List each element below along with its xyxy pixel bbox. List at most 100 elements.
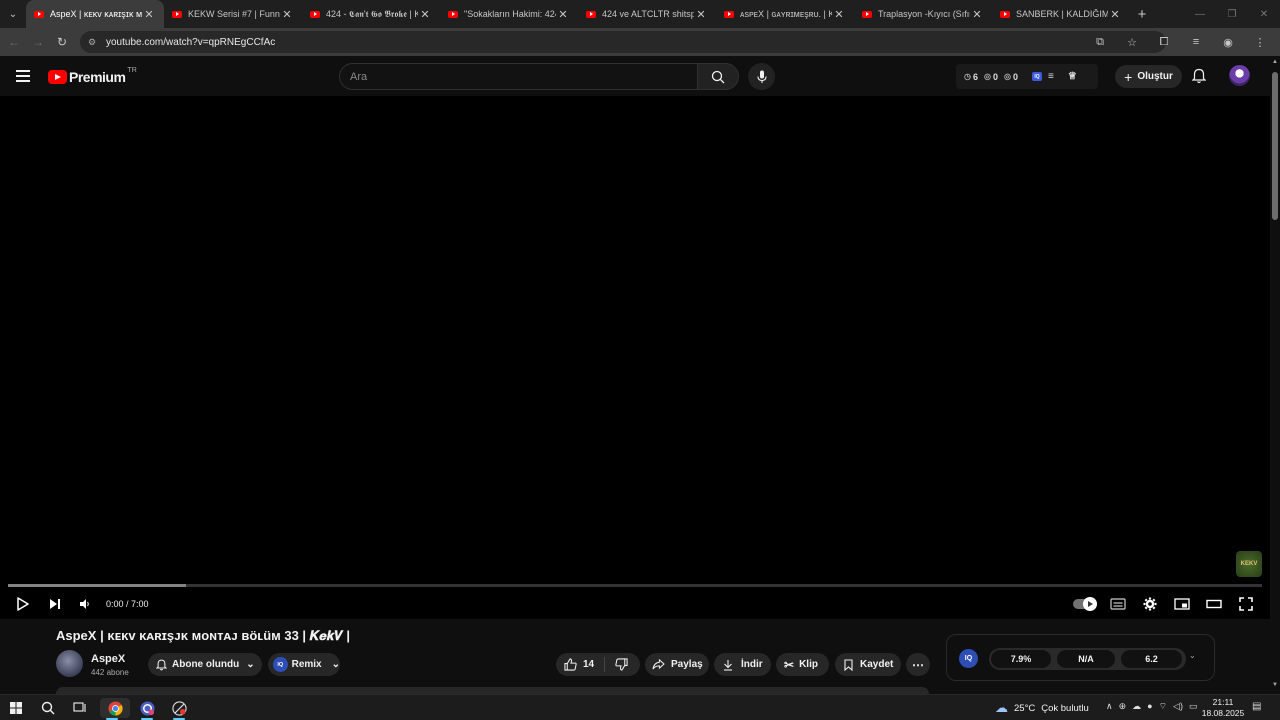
browser-tab[interactable]: Traplasyon -Kıyıcı (Sıfır Bi✕ — [854, 0, 992, 28]
browser-menu-icon[interactable]: ⋮ — [1246, 32, 1274, 52]
scrollbar-thumb[interactable] — [1272, 72, 1278, 220]
remix-button[interactable]: IQ Remix ⌄ — [268, 653, 340, 676]
extensions-icon[interactable]: ⧠ — [1150, 32, 1178, 52]
battery-icon[interactable]: ▭ — [1189, 701, 1198, 712]
task-view-icon[interactable] — [68, 698, 92, 718]
subscribed-label: Abone olundu — [172, 659, 240, 670]
channel-watermark[interactable]: KEKV — [1236, 551, 1262, 577]
clip-button[interactable]: ✂ Klip — [776, 653, 829, 676]
close-tab-icon[interactable]: ✕ — [1108, 8, 1122, 21]
subtitles-button[interactable] — [1107, 594, 1129, 614]
notifications-bell-icon[interactable] — [1191, 68, 1207, 89]
progress-bar[interactable] — [8, 584, 1262, 587]
close-tab-icon[interactable]: ✕ — [970, 8, 984, 21]
download-button[interactable]: İndir — [714, 653, 771, 676]
media-controls-icon[interactable]: ≡ — [1182, 32, 1210, 52]
wifi-icon[interactable]: ⌔ — [1159, 701, 1167, 712]
save-button[interactable]: Kaydet — [835, 653, 901, 676]
description-box[interactable] — [56, 687, 929, 694]
autoplay-toggle[interactable] — [1073, 597, 1097, 611]
expand-chevron-icon[interactable]: ⌄ — [1189, 651, 1196, 660]
recorder-taskbar-icon[interactable] — [167, 698, 191, 720]
browser-tab[interactable]: AspeX | ᴋᴇᴋᴠ ᴋᴀʀɪşɪᴋ ᴍᴏɴᴛ✕ — [26, 0, 164, 28]
mute-button[interactable] — [74, 594, 96, 614]
page-scrollbar[interactable]: ▲ ▼ — [1270, 56, 1280, 694]
app-taskbar-icon[interactable] — [135, 698, 159, 720]
close-tab-icon[interactable]: ✕ — [142, 8, 156, 21]
close-tab-icon[interactable]: ✕ — [556, 8, 570, 21]
chrome-taskbar-icon[interactable] — [100, 698, 130, 720]
notification-center-icon[interactable]: ▤ — [1252, 701, 1261, 712]
weather-widget[interactable]: ☁ 25°C Çok bulutlu — [995, 700, 1089, 716]
theater-mode-button[interactable] — [1203, 594, 1225, 614]
close-tab-icon[interactable]: ✕ — [418, 8, 432, 21]
close-tab-icon[interactable]: ✕ — [280, 8, 294, 21]
search-button[interactable] — [697, 63, 739, 90]
close-tab-icon[interactable]: ✕ — [694, 8, 708, 21]
back-icon[interactable]: ← — [2, 30, 26, 54]
scroll-up-arrow-icon[interactable]: ▲ — [1272, 59, 1278, 65]
list-icon[interactable]: ≡ — [1048, 71, 1054, 82]
miniplayer-button[interactable] — [1171, 594, 1193, 614]
create-button[interactable]: + Oluştur — [1115, 65, 1182, 88]
hamburger-menu-icon[interactable] — [16, 70, 30, 82]
weather-description: Çok bulutlu — [1041, 702, 1089, 714]
browser-tab[interactable]: SANBERK | KALDIĞIMIZ Y✕ — [992, 0, 1130, 28]
settings-button[interactable] — [1139, 594, 1161, 614]
iq-extension-icon[interactable]: IQ — [1032, 72, 1042, 81]
restore-icon[interactable]: ❐ — [1216, 0, 1248, 28]
share-button[interactable]: Paylaş — [645, 653, 709, 676]
miniplayer-icon — [1174, 598, 1190, 610]
windows-start-icon[interactable] — [4, 698, 28, 718]
close-window-icon[interactable]: ✕ — [1248, 0, 1280, 28]
browser-tab[interactable]: "Sokakların Hakimi: 424 | ✕ — [440, 0, 578, 28]
like-button[interactable]: 14 — [556, 658, 604, 671]
minimize-icon[interactable]: — — [1184, 0, 1216, 28]
search-input[interactable] — [350, 70, 697, 83]
fullscreen-button[interactable] — [1235, 594, 1257, 614]
address-bar[interactable]: ⚙ youtube.com/watch?v=qpRNEgCCfAc — [80, 31, 1166, 53]
play-button[interactable] — [12, 594, 34, 614]
next-button[interactable] — [44, 594, 66, 614]
install-app-icon[interactable]: ⧉ — [1086, 32, 1114, 52]
timecode: 0:00 / 7:00 — [106, 599, 149, 609]
microphone-tray-icon[interactable]: ● — [1147, 701, 1152, 712]
subscribed-button[interactable]: Abone olundu ⌄ — [148, 653, 262, 676]
tab-title: 424 - 𝕮𝖆𝖓'𝖙 𝕲𝖔 𝕭𝖗𝖔𝖐𝖊 | K — [326, 8, 418, 19]
scroll-down-arrow-icon[interactable]: ▼ — [1272, 682, 1278, 688]
bookmark-star-icon[interactable]: ☆ — [1118, 32, 1146, 52]
browser-tab[interactable]: KEKW Serisi #7 | Funny M✕ — [164, 0, 302, 28]
close-tab-icon[interactable]: ✕ — [832, 8, 846, 21]
system-clock[interactable]: 21:11 18.08.2025 — [1201, 697, 1245, 719]
views-count-b: 0 — [1012, 71, 1018, 82]
voice-search-button[interactable] — [748, 63, 775, 90]
browser-tab[interactable]: 424 - 𝕮𝖆𝖓'𝖙 𝕲𝖔 𝕭𝖗𝖔𝖐𝖊 | K ✕ — [302, 0, 440, 28]
more-actions-button[interactable]: ⋯ — [906, 653, 930, 676]
youtube-favicon-icon — [34, 10, 44, 18]
user-avatar[interactable] — [1229, 65, 1250, 86]
tab-search-chevron-icon[interactable]: ⌄ — [0, 0, 26, 28]
tab-title: AspeX | ᴋᴇᴋᴠ ᴋᴀʀɪşɪᴋ ᴍᴏɴᴛ — [50, 9, 142, 19]
volume-icon — [80, 599, 89, 609]
browser-tab[interactable]: 424 ve ALTCLTR shitspost✕ — [578, 0, 716, 28]
profile-icon[interactable]: ◉ — [1214, 32, 1242, 52]
reload-icon[interactable]: ↻ — [50, 30, 74, 54]
site-info-icon[interactable]: ⚙ — [88, 37, 98, 48]
new-tab-button[interactable]: + — [1130, 6, 1154, 23]
browser-tab[interactable]: ᴀsᴘᴇX | ɢᴀʏʀɪᴍᴇşʀᴜ. | Kek✕ — [716, 0, 854, 28]
taskbar-search-icon[interactable] — [36, 698, 60, 718]
video-player[interactable]: KEKV 0:00 / 7:00 — [0, 96, 1270, 619]
forward-icon[interactable]: → — [26, 30, 50, 54]
youtube-premium-logo[interactable]: Premium TR — [48, 67, 137, 85]
speaker-icon[interactable]: ◁) — [1173, 701, 1183, 712]
tray-app-icon[interactable]: ⊕ — [1119, 701, 1127, 712]
dislike-button[interactable] — [605, 658, 638, 671]
channel-name[interactable]: AspeX — [91, 653, 125, 665]
trophy-icon[interactable]: ♕ — [1068, 71, 1077, 82]
clock-time: 21:11 — [1212, 697, 1234, 707]
show-hidden-icons-chevron-icon[interactable]: ∧ — [1106, 701, 1113, 712]
channel-avatar[interactable] — [56, 650, 83, 677]
plus-icon: + — [1124, 68, 1133, 85]
bell-icon — [156, 659, 167, 670]
network-cloud-icon[interactable]: ☁ — [1132, 701, 1141, 712]
